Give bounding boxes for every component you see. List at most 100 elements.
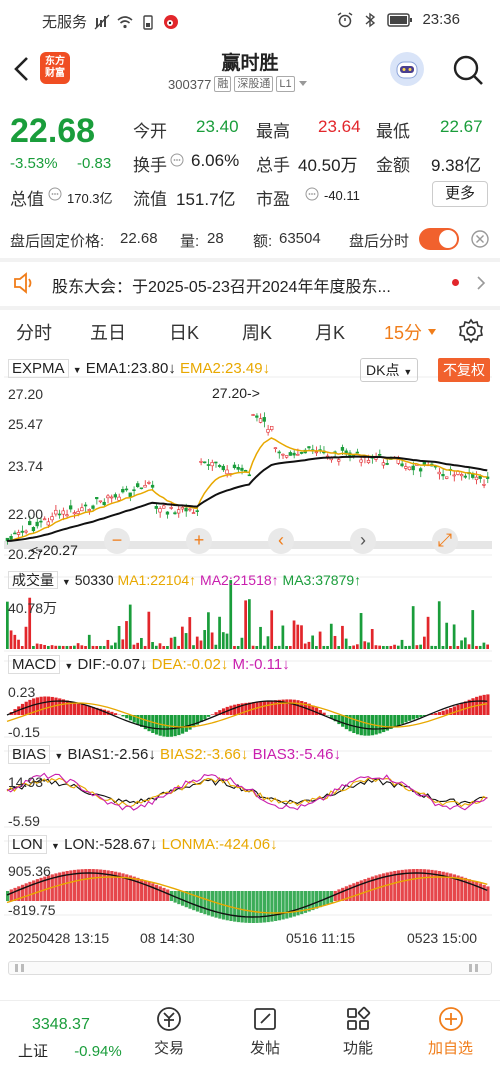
volume-bar [326,645,329,649]
volume-bar [404,646,408,649]
indicator-select-main[interactable]: EXPMA [8,359,69,378]
more-button[interactable]: 更多 [432,181,488,207]
lon-bar [158,886,162,901]
volume-bar [355,644,359,649]
nav-trade[interactable]: 交易 [154,1005,184,1058]
candle-body [35,521,39,527]
lon-bar [166,889,170,901]
dk-point-dropdown[interactable]: DK点 ▼ [360,358,419,382]
after-hours-toggle[interactable] [419,228,459,250]
zoom-out-button[interactable]: − [104,528,130,554]
alarm-icon [338,11,353,27]
macd-bar [87,706,92,715]
volume-bar [91,645,95,649]
ema1-value: EMA1:23.80 [85,360,169,377]
info-icon[interactable] [305,187,319,201]
indicator-select-lon[interactable]: LON [8,835,47,854]
nav-functions[interactable]: 功能 [343,1005,373,1058]
candle-body [445,476,449,479]
robot-assistant-icon[interactable] [390,52,424,86]
time-label: 0523 15:00 [407,930,478,946]
chart-scrollbar[interactable] [8,961,492,975]
close-circle-icon[interactable] [470,229,490,249]
lon-bar [415,869,419,901]
candle-body [31,527,36,532]
volume-bar [367,642,370,649]
volume-bar [35,643,39,649]
scroll-right-button[interactable]: › [350,528,376,554]
fullscreen-button[interactable]: ⤢ [432,528,458,554]
settings-gear-icon[interactable] [458,318,484,344]
macd-bar [180,715,185,734]
candle-body [247,474,252,477]
chevron-down-icon[interactable] [428,329,436,335]
macd-bar [434,713,438,715]
volume-bar [169,637,173,649]
candle-body [128,492,132,497]
candle-body [16,532,21,535]
nav-post[interactable]: 发帖 [250,1005,280,1058]
period-tabs: 分时 五日 日K 周K 月K 15分 [0,310,500,352]
kline-chart[interactable]: EXPMA ▼ EMA1:23.80↓ EMA2:23.49↓ DK点 ▼ 不复… [4,355,496,946]
macd-bar [80,704,84,715]
info-icon[interactable] [48,187,62,201]
candle-body [98,500,103,503]
volume-y-label: 40.78万 [8,600,58,616]
tab-intraday[interactable]: 分时 [16,319,52,345]
chevron-down-icon[interactable] [298,80,308,88]
indicator-select-macd[interactable]: MACD [8,655,61,674]
lon-indicator-row: LON ▼ LON:-528.67↓ LONMA:-424.06↓ [8,835,278,854]
indicator-select-volume[interactable]: 成交量 [8,571,58,589]
volume-bar [195,636,199,649]
macd-bar [292,699,296,715]
scroll-left-button[interactable]: ‹ [268,528,294,554]
volume-bar [318,631,322,649]
nav-add-watchlist[interactable]: 加自选 [428,1005,473,1058]
stock-code: 300377 [168,76,212,92]
candle-body [292,452,296,456]
notice-bar[interactable]: 股东大会：于2025-05-23召开2024年年度股东... [0,262,500,304]
after-hours-price: 22.68 [120,230,158,247]
volume-bar [158,643,162,649]
tab-five-day[interactable]: 五日 [90,319,126,345]
candle-body [474,476,479,481]
search-icon[interactable] [450,52,486,88]
candle-body [340,446,345,451]
macd-y-bottom: -0.15 [8,724,40,740]
candle-body [277,451,281,454]
volume-bar [46,645,50,649]
macd-bar [415,715,419,719]
volume-bar [121,639,125,649]
chart-canvas[interactable] [4,355,496,945]
tab-daily-k[interactable]: 日K [169,319,199,345]
volume-bar [147,611,151,649]
pe-label: 市盈 [256,190,290,209]
lon-bar [285,891,289,919]
macd-bar [352,715,356,734]
info-icon[interactable] [170,153,184,167]
volume-bar [430,645,434,649]
volume-bar [452,624,456,649]
tab-weekly-k[interactable]: 周K [242,319,272,345]
tag-margin: 融 [214,76,232,92]
macd-bar [404,715,408,723]
volume-bar [113,642,117,649]
adjust-button[interactable]: 不复权 [438,358,490,382]
lon-bar [80,869,84,901]
volume-bar [132,644,136,649]
zoom-in-button[interactable]: + [186,528,212,554]
volume-bar [218,616,221,649]
index-ticker[interactable]: 3348.37 上证 -0.94% [18,1016,122,1061]
lon-bar [408,869,412,901]
lon-bar [419,869,423,901]
index-value: 3348.37 [32,1016,90,1033]
volume-bar [80,645,84,649]
volume-bar [110,645,113,649]
macd-bar [203,715,207,720]
indicator-select-bias[interactable]: BIAS [8,745,51,764]
tab-monthly-k[interactable]: 月K [315,319,345,345]
chevron-right-icon[interactable] [476,275,486,291]
lon-bar [270,891,274,922]
candle-body [180,507,185,510]
tab-15min[interactable]: 15分 [384,319,422,345]
